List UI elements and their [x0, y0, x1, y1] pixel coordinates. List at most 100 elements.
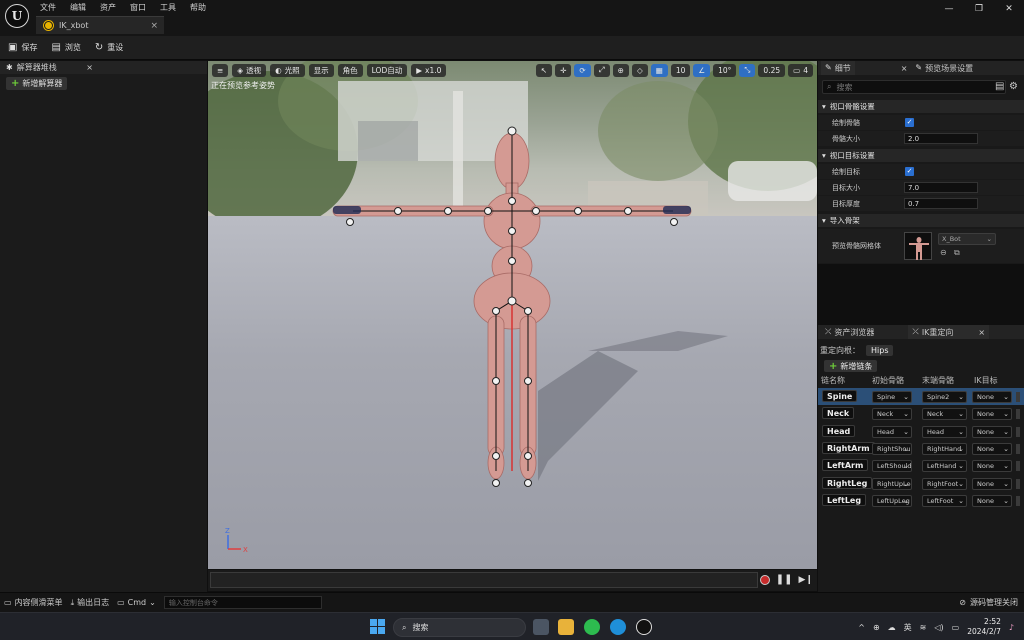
pause-icon[interactable]: ❚❚ [776, 574, 793, 585]
close-tab-icon[interactable]: × [150, 21, 158, 31]
ik-goal-dropdown[interactable]: None ⌄ [972, 442, 1012, 455]
content-drawer-button[interactable]: ▭ 内容侧滑菜单 [4, 597, 63, 608]
chain-row[interactable]: Head Head ⌄ Head ⌄ None ⌄ [818, 423, 1024, 440]
chain-row[interactable]: Neck Neck ⌄ Neck ⌄ None ⌄ [818, 405, 1024, 422]
row-options-handle[interactable] [1016, 495, 1020, 506]
task-view-icon[interactable] [533, 619, 549, 635]
end-bone-dropdown[interactable]: Neck ⌄ [922, 408, 967, 421]
viewport-menu-button[interactable]: ≡ [212, 63, 229, 77]
grid-snap-value[interactable]: 10 [670, 63, 691, 77]
end-bone-dropdown[interactable]: Head ⌄ [922, 425, 967, 438]
draw-bones-checkbox[interactable]: ✓ [905, 118, 914, 127]
menu-file[interactable]: 文件 [40, 2, 56, 13]
tab-asset-browser[interactable]: ⤫ 资产浏览器 [821, 325, 878, 339]
close-details-icon[interactable]: × [901, 64, 908, 73]
taskbar-search[interactable]: ⌕ 搜索 [393, 618, 526, 637]
start-bone-dropdown[interactable]: LeftUpLeg ⌄ [872, 494, 912, 507]
add-solver-button[interactable]: + 新增解算器 [6, 77, 68, 90]
chain-row[interactable]: LeftLeg LeftUpLeg ⌄ LeftFoot ⌄ None ⌄ [818, 492, 1024, 509]
draw-goals-checkbox[interactable]: ✓ [905, 167, 914, 176]
row-options-handle[interactable] [1016, 443, 1020, 454]
end-bone-dropdown[interactable]: LeftHand ⌄ [922, 460, 967, 473]
chain-name-field[interactable]: Head [822, 424, 856, 437]
end-bone-dropdown[interactable]: RightHand ⌄ [922, 442, 967, 455]
close-window-icon[interactable]: ✕ [994, 4, 1024, 14]
volume-icon[interactable]: ◁) [934, 623, 943, 632]
show-button[interactable]: 显示 [308, 63, 334, 77]
use-selected-icon[interactable]: ⊖ [940, 248, 947, 257]
row-options-handle[interactable] [1016, 478, 1020, 489]
battery-icon[interactable]: ▭ [952, 623, 960, 632]
source-control-button[interactable]: ⊘ 源码管理关闭 [959, 597, 1018, 608]
windows-start-icon[interactable] [370, 619, 386, 635]
row-options-handle[interactable] [1016, 392, 1020, 402]
section-viewport-bone-settings[interactable]: ▾ 视口骨骼设置 [818, 100, 1024, 113]
lod-button[interactable]: LOD自动 [366, 63, 408, 77]
playback-speed-button[interactable]: ▶ x1.0 [411, 63, 447, 77]
start-bone-dropdown[interactable]: RightShoulder⌄ [872, 442, 912, 455]
viewport[interactable]: Z X ≡ ◈ 透视 ◐ 光照 显示 角色 LOD自动 ▶ x1.0 ↖ ✛ ⟳… [208, 61, 817, 569]
chain-name-field[interactable]: LeftLeg [822, 493, 867, 506]
ik-goal-dropdown[interactable]: None ⌄ [972, 477, 1012, 490]
row-options-handle[interactable] [1016, 426, 1020, 437]
file-explorer-icon[interactable] [558, 619, 574, 635]
tray-app-icon[interactable]: ⊕ [873, 623, 880, 632]
chain-row[interactable]: RightArmRightShoulder⌄RightHand⌄None⌄ [818, 440, 1024, 457]
minimize-icon[interactable]: — [934, 4, 964, 14]
end-bone-dropdown[interactable]: RightFoot ⌄ [922, 477, 967, 490]
grid-snap-button[interactable]: ▦ [650, 63, 668, 77]
chain-row[interactable]: RightLeg RightUpLeg ⌄ RightFoot ⌄ None ⌄ [818, 475, 1024, 492]
close-panel-icon[interactable]: × [86, 63, 93, 72]
section-viewport-goal-settings[interactable]: ▾ 视口目标设置 [818, 149, 1024, 162]
start-bone-dropdown[interactable]: Neck ⌄ [872, 408, 912, 421]
step-forward-icon[interactable]: ▶❙ [799, 575, 813, 585]
taskbar-clock[interactable]: 2:52 2024/2/7 [967, 617, 1001, 637]
ik-goal-dropdown[interactable]: None ⌄ [972, 425, 1012, 438]
camera-speed-button[interactable]: ▭ 4 [788, 63, 813, 77]
tray-cloud-icon[interactable]: ☁ [888, 623, 896, 632]
restore-icon[interactable]: ❐ [964, 4, 994, 14]
mesh-thumbnail[interactable] [904, 232, 932, 260]
menu-tools[interactable]: 工具 [160, 2, 176, 13]
wechat-icon[interactable] [584, 619, 600, 635]
row-options-handle[interactable] [1016, 461, 1020, 472]
angle-snap-button[interactable]: ∠ [693, 63, 711, 77]
tab-ik-retarget[interactable]: ⤫ IK重定向 × [908, 325, 990, 339]
chain-name-field[interactable]: Spine [822, 390, 858, 402]
details-search-input[interactable]: ⌕ 搜索 [822, 80, 1006, 94]
chain-row[interactable]: Spine Spine ⌄ Spine2 ⌄ None ⌄ [818, 388, 1024, 405]
rotate-tool-button[interactable]: ⟳ [574, 63, 591, 77]
console-command-input[interactable]: 输入控制台命令 [163, 596, 322, 609]
perspective-button[interactable]: ◈ 透视 [232, 63, 267, 77]
row-options-handle[interactable] [1016, 409, 1020, 420]
end-bone-dropdown[interactable]: Spine2 ⌄ [922, 391, 967, 403]
record-icon[interactable] [759, 574, 770, 585]
output-log-button[interactable]: ⤓ 输出日志 [71, 597, 110, 608]
ik-goal-dropdown[interactable]: None ⌄ [972, 494, 1012, 507]
browse-button[interactable]: ▤ 浏览 [51, 42, 80, 53]
start-bone-dropdown[interactable]: RightUpLeg ⌄ [872, 477, 912, 490]
save-button[interactable]: ▣ 保存 [8, 42, 37, 53]
start-bone-dropdown[interactable]: Spine ⌄ [872, 391, 912, 403]
bone-size-input[interactable]: 2.0 [904, 133, 978, 144]
tab-details[interactable]: ✎ 细节 [821, 61, 855, 75]
menu-edit[interactable]: 编辑 [70, 2, 86, 13]
menu-window[interactable]: 窗口 [130, 2, 146, 13]
settings-gear-icon[interactable]: ⚙ [1009, 81, 1018, 92]
tray-overflow-icon[interactable]: ^ [858, 623, 865, 632]
unreal-engine-taskbar-icon[interactable] [636, 619, 652, 635]
timeline-track[interactable] [210, 572, 758, 588]
scale-snap-value[interactable]: 0.25 [758, 63, 786, 77]
menu-help[interactable]: 帮助 [190, 2, 206, 13]
wifi-icon[interactable]: ≋ [920, 623, 927, 632]
move-tool-button[interactable]: ✛ [555, 63, 572, 77]
ik-goal-dropdown[interactable]: None ⌄ [972, 408, 1012, 421]
close-retarget-icon[interactable]: × [978, 328, 985, 337]
browse-asset-icon[interactable]: ⧉ [954, 248, 960, 258]
lighting-button[interactable]: ◐ 光照 [270, 63, 305, 77]
angle-snap-value[interactable]: 10° [713, 63, 737, 77]
ik-goal-dropdown[interactable]: None ⌄ [972, 391, 1012, 403]
cmd-dropdown[interactable]: ▭ Cmd ⌄ [117, 598, 156, 607]
retarget-root-value[interactable]: Hips [866, 345, 894, 356]
scale-tool-button[interactable]: ⤢ [593, 63, 610, 77]
